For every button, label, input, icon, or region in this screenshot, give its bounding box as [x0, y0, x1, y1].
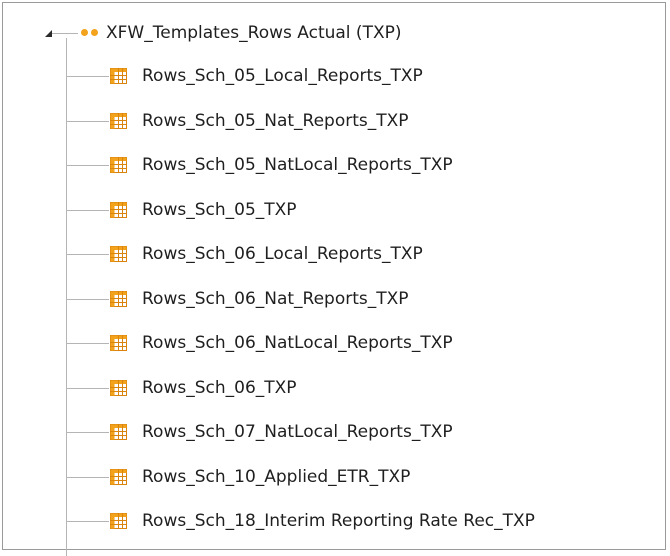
tree-connector	[67, 521, 109, 522]
tree-item-label: Rows_Sch_05_Nat_Reports_TXP	[142, 110, 409, 131]
tree-item-label: Rows_Sch_06_Nat_Reports_TXP	[142, 288, 409, 309]
tree-item[interactable]: Rows_Sch_05_TXP	[67, 194, 647, 228]
table-icon	[110, 335, 127, 351]
table-icon	[110, 68, 127, 84]
tree-item-label: Rows_Sch_05_TXP	[142, 199, 297, 220]
tree-item-label: Rows_Sch_05_NatLocal_Reports_TXP	[142, 155, 453, 175]
tree-item[interactable]: Rows_Sch_05_NatLocal_Reports_TXP	[67, 149, 647, 183]
tree-item-label: Rows_Sch_06_NatLocal_Reports_TXP	[142, 333, 453, 353]
tree-connector	[67, 209, 109, 211]
tree-item-label: Rows_Sch_07_NatLocal_Reports_TXP	[142, 422, 453, 442]
tree-item-label: Rows_Sch_05_Local_Reports_TXP	[142, 66, 423, 86]
tree-item[interactable]: Rows_Sch_06_Local_Reports_TXP	[67, 238, 647, 272]
tree-item[interactable]: Rows_Sch_05_Nat_Reports_TXP	[67, 105, 647, 139]
tree-connector	[67, 254, 109, 255]
table-icon	[110, 379, 127, 396]
table-icon	[110, 290, 127, 307]
table-icon	[110, 201, 127, 218]
tree-item[interactable]: Rows_Sch_07_NatLocal_Reports_TXP	[67, 416, 647, 450]
tree-connector	[67, 120, 109, 122]
tree-item-label: Rows_Sch_06_TXP	[142, 377, 297, 398]
tree-connector	[67, 165, 109, 166]
tree-item[interactable]: Rows_Sch_18_Interim Reporting Rate Rec_T…	[67, 505, 647, 539]
collapse-arrow-icon[interactable]	[45, 30, 52, 37]
tree-item-label: Rows_Sch_18_Interim Reporting Rate Rec_T…	[142, 511, 535, 531]
table-icon	[110, 513, 127, 529]
tree-connector	[67, 432, 109, 433]
tree-item-label: Rows_Sch_06_Local_Reports_TXP	[142, 244, 423, 264]
table-icon	[110, 424, 127, 440]
table-icon	[110, 468, 127, 485]
tree-item[interactable]: Rows_Sch_06_TXP	[67, 372, 647, 406]
tree-connector	[67, 387, 109, 389]
tree-item[interactable]: Rows_Sch_06_Nat_Reports_TXP	[67, 283, 647, 317]
table-icon	[110, 246, 127, 262]
tree-connector	[67, 343, 109, 344]
rows-folder-dots-icon	[80, 28, 100, 38]
tree-connector	[67, 476, 109, 478]
tree-connector	[52, 33, 78, 34]
table-icon	[110, 112, 127, 129]
tree-connector	[67, 76, 109, 77]
tree-item[interactable]: Rows_Sch_05_Local_Reports_TXP	[67, 60, 647, 94]
tree-item[interactable]: Rows_Sch_10_Applied_ETR_TXP	[67, 461, 647, 495]
tree-root-label[interactable]: XFW_Templates_Rows Actual (TXP)	[106, 20, 401, 46]
tree-connector	[67, 298, 109, 300]
tree-item[interactable]: Rows_Sch_06_NatLocal_Reports_TXP	[67, 327, 647, 361]
tree-item-label: Rows_Sch_10_Applied_ETR_TXP	[142, 466, 411, 487]
table-icon	[110, 157, 127, 173]
